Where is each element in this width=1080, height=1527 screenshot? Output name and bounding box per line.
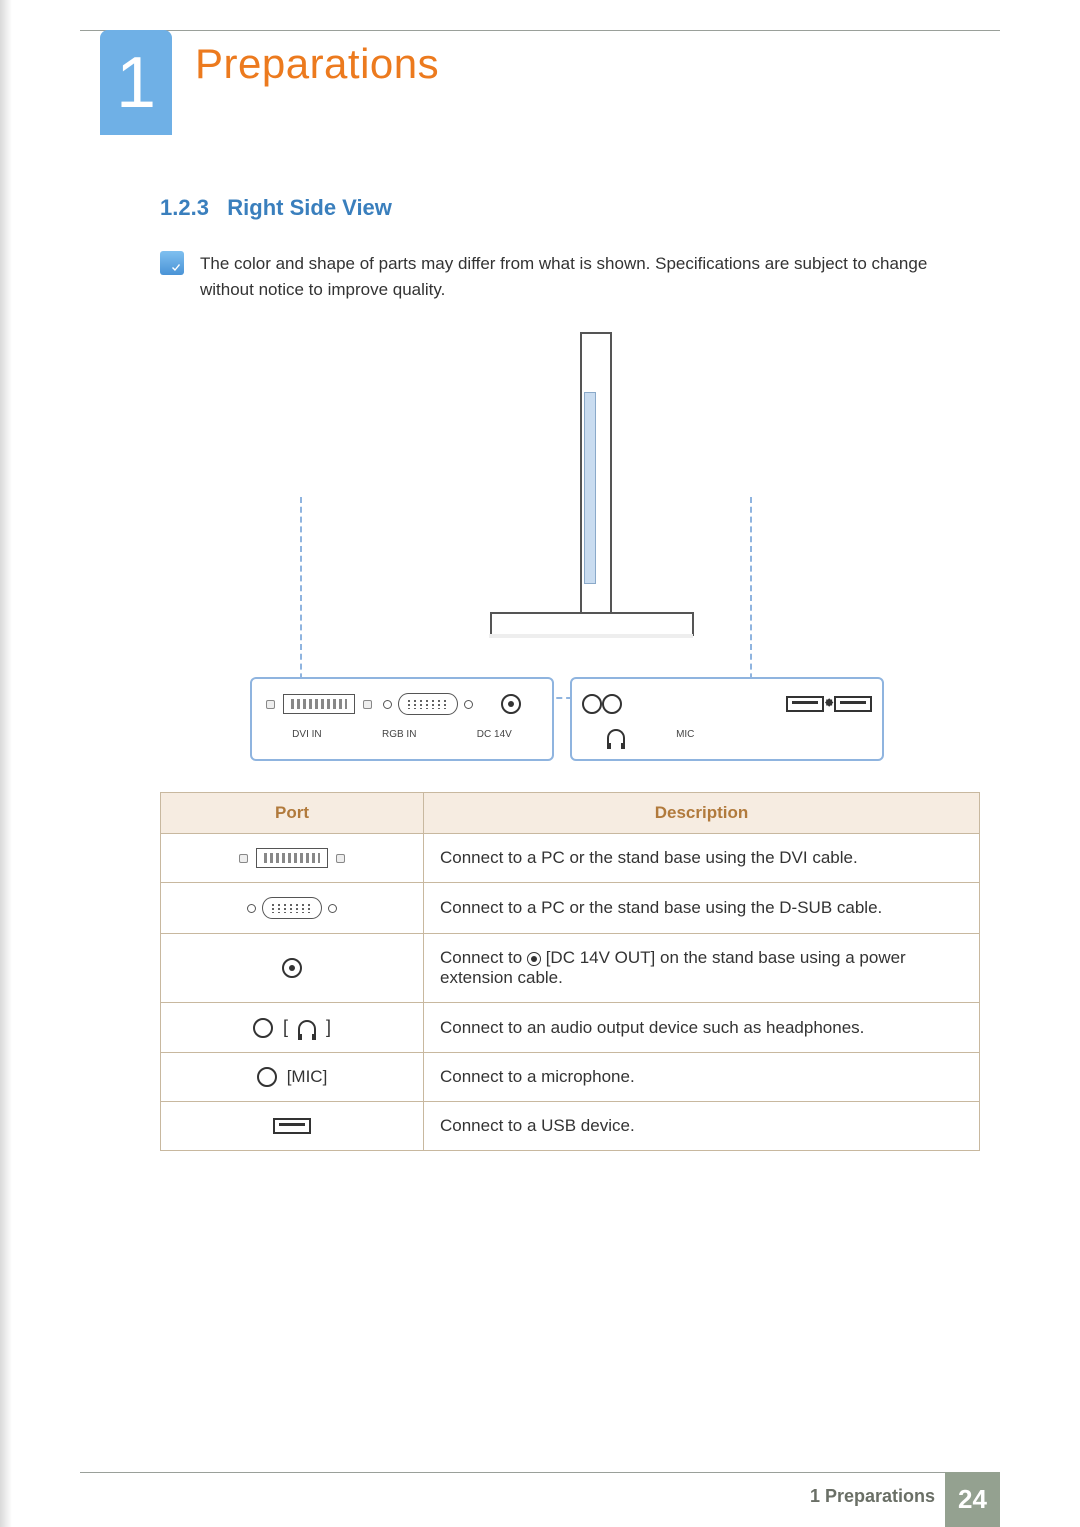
label-dc: DC 14V	[477, 729, 512, 740]
dvi-port-icon	[256, 848, 328, 868]
table-row: Connect to a PC or the stand base using …	[161, 883, 980, 934]
vga-port-icon	[262, 897, 322, 919]
note-text: The color and shape of parts may differ …	[200, 251, 980, 302]
cell-port-dvi	[161, 834, 424, 883]
label-headphone	[607, 729, 625, 745]
chapter-badge: 1	[100, 30, 172, 135]
callout-line	[300, 497, 582, 699]
port-panel-right: 🟐 MIC	[570, 677, 884, 761]
callout-line	[630, 497, 752, 699]
usb-port-icon	[834, 696, 872, 712]
page-footer: 1 Preparations 24	[0, 1472, 1080, 1527]
note-icon	[160, 251, 184, 275]
usb-port-icon	[786, 696, 824, 712]
dvi-port-icon	[283, 694, 355, 714]
table-row: Connect to a USB device.	[161, 1102, 980, 1151]
note: The color and shape of parts may differ …	[160, 251, 980, 302]
cell-desc: Connect to a PC or the stand base using …	[424, 834, 980, 883]
headphone-icon	[607, 729, 625, 745]
dc-port-icon	[527, 952, 541, 966]
header-rule	[80, 30, 1000, 31]
vga-port-icon	[398, 693, 458, 715]
table-row: [MIC] Connect to a microphone.	[161, 1053, 980, 1102]
cell-port-headphone: []	[161, 1003, 424, 1053]
cell-desc: Connect to an audio output device such a…	[424, 1003, 980, 1053]
page-shadow	[0, 0, 12, 1527]
mic-jack-icon	[257, 1067, 277, 1087]
table-row: [] Connect to an audio output device suc…	[161, 1003, 980, 1053]
th-port: Port	[161, 793, 424, 834]
section-title: Right Side View	[227, 195, 392, 220]
headphone-icon	[298, 1020, 316, 1036]
footer-label: 1 Preparations	[810, 1486, 935, 1507]
mic-jack-icon	[602, 694, 622, 714]
cell-port-vga	[161, 883, 424, 934]
dc-port-icon	[282, 958, 302, 978]
dc-port-icon	[501, 694, 521, 714]
headphone-jack-icon	[582, 694, 602, 714]
usb-port-icon	[273, 1118, 311, 1134]
cell-desc: Connect to [DC 14V OUT] on the stand bas…	[424, 934, 980, 1003]
cell-port-mic: [MIC]	[161, 1053, 424, 1102]
section-number: 1.2.3	[160, 195, 209, 220]
mic-label: [MIC]	[287, 1067, 328, 1087]
table-row: Connect to a PC or the stand base using …	[161, 834, 980, 883]
cell-desc: Connect to a USB device.	[424, 1102, 980, 1151]
chapter-title: Preparations	[195, 40, 439, 88]
cell-desc: Connect to a microphone.	[424, 1053, 980, 1102]
page-number: 24	[945, 1472, 1000, 1527]
th-desc: Description	[424, 793, 980, 834]
table-row: Connect to [DC 14V OUT] on the stand bas…	[161, 934, 980, 1003]
cell-desc: Connect to a PC or the stand base using …	[424, 883, 980, 934]
content-area: 1.2.3 Right Side View The color and shap…	[160, 195, 980, 1151]
cell-port-usb	[161, 1102, 424, 1151]
label-rgb: RGB IN	[382, 729, 416, 740]
usb-symbol-icon: 🟐	[824, 695, 834, 713]
label-dvi: DVI IN	[292, 729, 321, 740]
section-heading: 1.2.3 Right Side View	[160, 195, 980, 221]
cell-port-dc	[161, 934, 424, 1003]
footer-rule	[80, 1472, 1000, 1473]
headphone-jack-icon	[253, 1018, 273, 1038]
ports-table: Port Description Connect to a PC or the …	[160, 792, 980, 1151]
port-panel-left: DVI IN RGB IN DC 14V	[250, 677, 554, 761]
label-mic: MIC	[676, 729, 694, 745]
figure-right-side-view: DVI IN RGB IN DC 14V 🟐 MIC	[250, 332, 890, 762]
chapter-number: 1	[116, 42, 156, 124]
